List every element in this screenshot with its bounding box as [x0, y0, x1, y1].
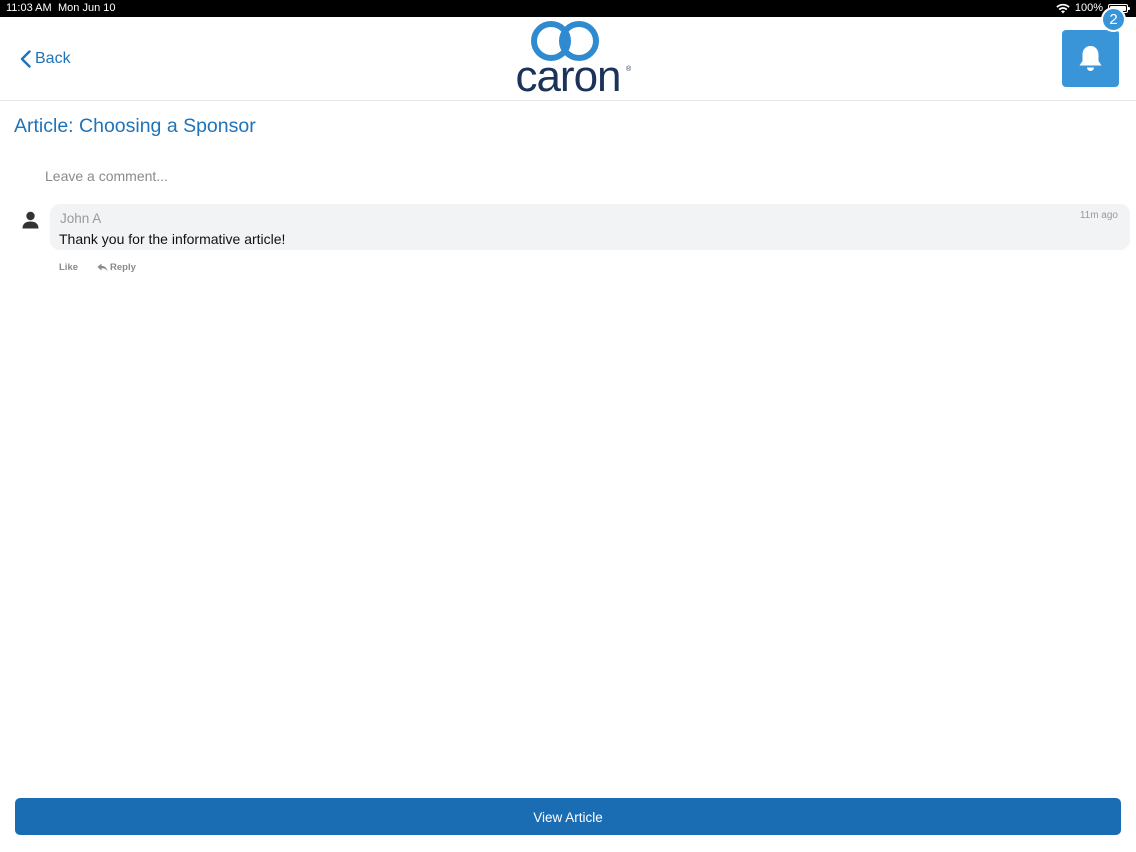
- battery-percent: 100%: [1074, 2, 1103, 14]
- status-date: Mon Jun 10: [58, 2, 116, 14]
- logo-registered-mark: ®: [626, 66, 632, 73]
- page-title: Article: Choosing a Sponsor: [14, 115, 256, 137]
- status-time: 11:03 AM: [6, 2, 52, 14]
- back-label: Back: [35, 50, 71, 67]
- reply-arrow-icon: [97, 263, 108, 272]
- chevron-left-icon: [20, 50, 31, 68]
- comment-bubble: John A Thank you for the informative art…: [50, 204, 1130, 250]
- reply-button[interactable]: Reply: [97, 262, 136, 273]
- reply-label: Reply: [110, 262, 136, 273]
- comment-input[interactable]: [36, 162, 936, 190]
- wifi-icon: [1056, 3, 1070, 14]
- view-article-button[interactable]: View Article: [15, 798, 1121, 835]
- comment-text: Thank you for the informative article!: [59, 231, 286, 247]
- notification-badge: 2: [1101, 7, 1126, 32]
- notifications-button[interactable]: [1062, 30, 1119, 87]
- header: Back caron ®: [0, 17, 1136, 101]
- bell-icon: [1079, 46, 1102, 71]
- comment-timestamp: 11m ago: [1079, 210, 1118, 221]
- back-button[interactable]: Back: [20, 47, 71, 71]
- user-avatar-icon: [22, 211, 39, 229]
- logo-text: caron: [515, 52, 621, 101]
- like-button[interactable]: Like: [59, 262, 78, 273]
- caron-logo: caron ®: [500, 17, 636, 101]
- status-bar: 11:03 AM Mon Jun 10 100%: [0, 0, 1136, 17]
- comment-author: John A: [60, 211, 102, 226]
